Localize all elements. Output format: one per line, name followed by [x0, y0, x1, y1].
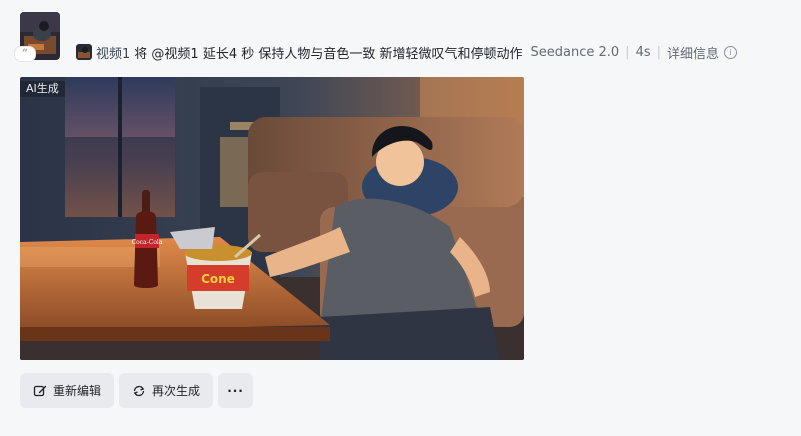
- action-bar: 重新编辑 再次生成 ···: [20, 373, 254, 408]
- reedit-label: 重新编辑: [53, 384, 102, 398]
- ai-generated-badge: AI生成: [20, 81, 65, 97]
- reedit-button[interactable]: 重新编辑: [20, 373, 115, 408]
- prompt-line: 视频1 将 @视频1 延长4 秒 保持人物与音色一致 新增轻微叹气和停顿动作 S…: [76, 42, 738, 62]
- more-options-button[interactable]: ···: [218, 373, 254, 408]
- edit-icon: [33, 385, 47, 396]
- video-ref-tag[interactable]: 视频1: [96, 43, 130, 62]
- model-name: Seedance 2.0: [530, 44, 620, 60]
- duration: 4s: [635, 44, 651, 60]
- regenerate-button[interactable]: 再次生成: [119, 373, 214, 408]
- regenerate-label: 再次生成: [152, 384, 201, 398]
- quote-icon: “: [14, 46, 36, 62]
- video-ref-thumbnail-icon: [76, 44, 92, 60]
- cup-label: Cone: [201, 272, 235, 286]
- separator: |: [625, 44, 630, 60]
- details-label: 详细信息: [667, 46, 720, 62]
- generated-video[interactable]: Coca-Cola Cone AI生成: [20, 77, 524, 360]
- refresh-icon: [133, 385, 145, 396]
- info-icon: i: [724, 45, 738, 59]
- bottle-label: Coca-Cola: [132, 239, 163, 246]
- prompt-text: 将 @视频1 延长4 秒 保持人物与音色一致 新增轻微叹气和停顿动作: [134, 46, 523, 62]
- separator: |: [656, 44, 661, 60]
- details-link[interactable]: 详细信息 i: [667, 43, 738, 62]
